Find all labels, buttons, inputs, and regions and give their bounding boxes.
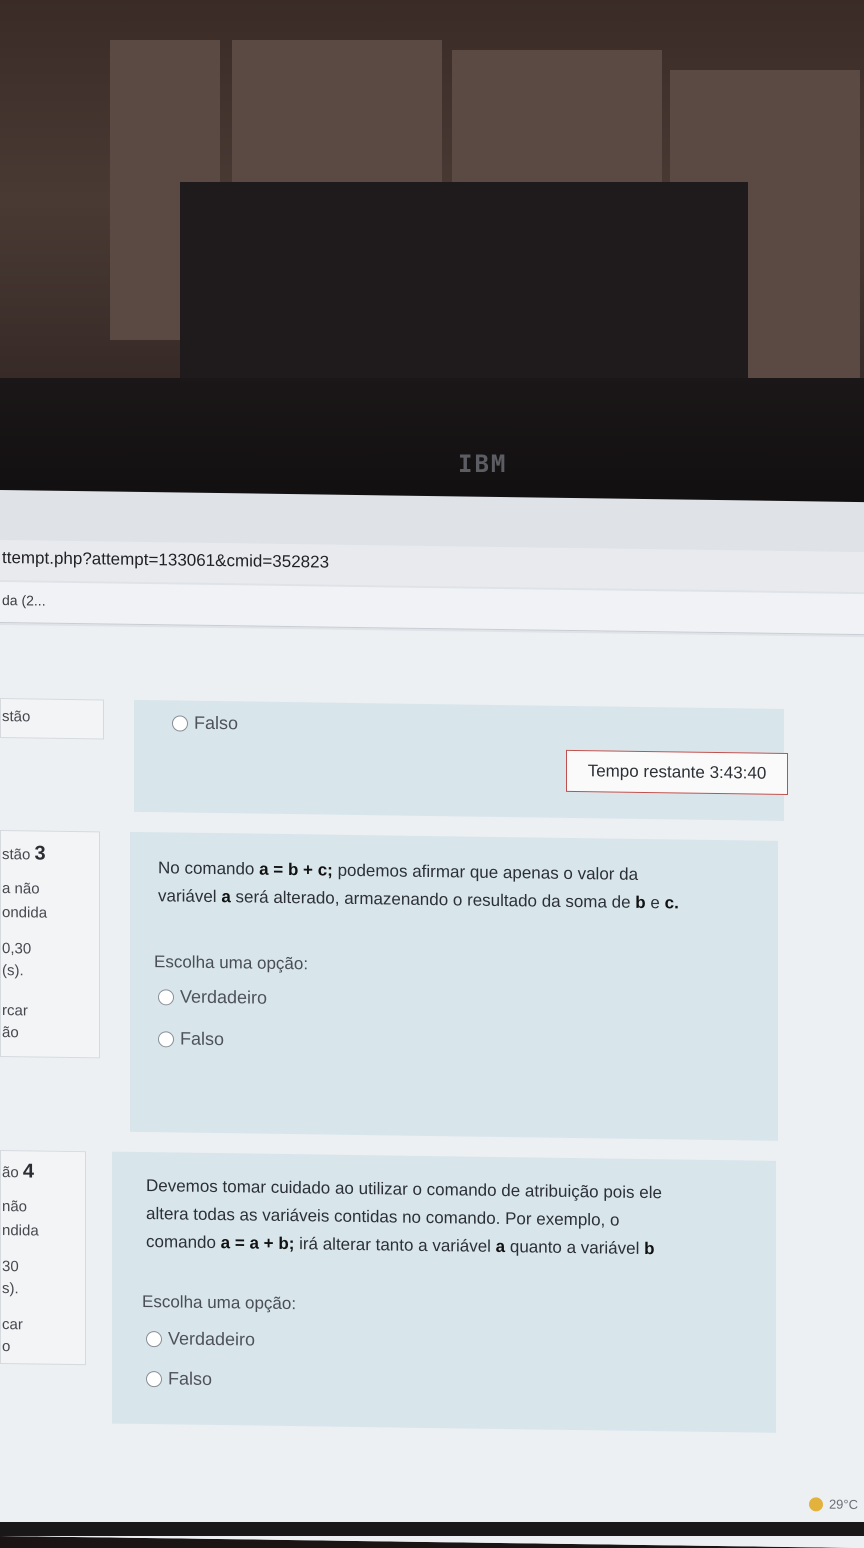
option-label: Verdadeiro xyxy=(180,986,268,1008)
question-3-choose-label: Escolha uma opção: xyxy=(154,952,309,974)
code: b xyxy=(635,892,646,913)
question-2-option-falso[interactable]: Falso xyxy=(172,712,238,734)
temperature-text: 29°C xyxy=(828,1496,858,1512)
question-3-option-true[interactable]: Verdadeiro xyxy=(158,986,267,1009)
radio-icon[interactable] xyxy=(172,714,188,732)
code: a = a + b; xyxy=(220,1233,295,1254)
question-3-option-false[interactable]: Falso xyxy=(158,1028,224,1050)
screen-bottom-edge xyxy=(0,1522,864,1536)
taskbar-weather[interactable]: 29°C xyxy=(808,1496,858,1512)
question-4-flag-2[interactable]: o xyxy=(2,1338,10,1355)
question-3-flag[interactable]: rcar xyxy=(2,1002,28,1019)
question-4-status-2: ndida xyxy=(2,1222,39,1240)
radio-icon[interactable] xyxy=(146,1330,162,1347)
background-tv xyxy=(180,182,748,402)
question-3-number: 3 xyxy=(34,842,46,865)
question-4-score: 30 xyxy=(2,1258,19,1276)
question-4-option-true[interactable]: Verdadeiro xyxy=(146,1328,255,1351)
code: a xyxy=(221,887,231,907)
question-4-flag[interactable]: car xyxy=(2,1316,23,1333)
text: será alterado, armazenando o resultado d… xyxy=(235,887,631,912)
question-4-status: não xyxy=(2,1198,28,1216)
code: a xyxy=(495,1236,506,1257)
radio-icon[interactable] xyxy=(158,988,174,1005)
code: a = b + c; xyxy=(259,859,333,880)
option-label: Falso xyxy=(194,712,239,734)
question-4-option-false[interactable]: Falso xyxy=(146,1368,212,1390)
option-label: Falso xyxy=(180,1028,225,1050)
screen: ttempt.php?attempt=133061&cmid=352823 da… xyxy=(0,490,864,1548)
monitor-logo: IBM xyxy=(458,450,508,478)
time-remaining: Tempo restante 3:43:40 xyxy=(566,749,788,796)
browser-tab[interactable]: da (2... xyxy=(2,592,46,609)
text: e xyxy=(650,893,660,913)
question-4-number: 4 xyxy=(22,1160,34,1183)
question-2-label: stão xyxy=(2,708,31,726)
text: quanto a variável xyxy=(509,1237,640,1258)
wall-panel xyxy=(232,40,442,190)
question-3-status: a não xyxy=(2,880,40,898)
question-4-score-2: s). xyxy=(2,1280,19,1298)
question-3-title: stão 3 xyxy=(2,842,46,866)
text: No comando xyxy=(158,858,255,879)
question-3-title-text: stão xyxy=(2,846,31,864)
question-4-text: Devemos tomar cuidado ao utilizar o coma… xyxy=(146,1172,662,1263)
question-3-status-2: ondida xyxy=(2,904,48,922)
option-label: Verdadeiro xyxy=(168,1328,256,1350)
question-3-score-2: (s). xyxy=(2,962,24,980)
radio-icon[interactable] xyxy=(146,1370,162,1387)
question-4-title: ão 4 xyxy=(2,1160,34,1183)
option-label: Falso xyxy=(168,1368,213,1389)
code: c. xyxy=(664,893,679,913)
radio-icon[interactable] xyxy=(158,1030,174,1047)
text: irá alterar tanto a variável xyxy=(299,1234,491,1256)
question-3-text: No comando a = b + c; podemos afirmar qu… xyxy=(158,854,679,917)
weather-sun-icon xyxy=(808,1496,823,1511)
question-4-title-text: ão xyxy=(2,1164,19,1182)
question-3-score: 0,30 xyxy=(2,940,32,958)
text: variável xyxy=(158,886,217,907)
question-3-flag-2[interactable]: ão xyxy=(2,1024,19,1041)
code: b xyxy=(644,1238,655,1259)
text: comando xyxy=(146,1232,216,1253)
text: podemos afirmar que apenas o valor da xyxy=(337,860,639,884)
wall-panel xyxy=(452,50,662,190)
question-4-choose-label: Escolha uma opção: xyxy=(142,1291,297,1314)
